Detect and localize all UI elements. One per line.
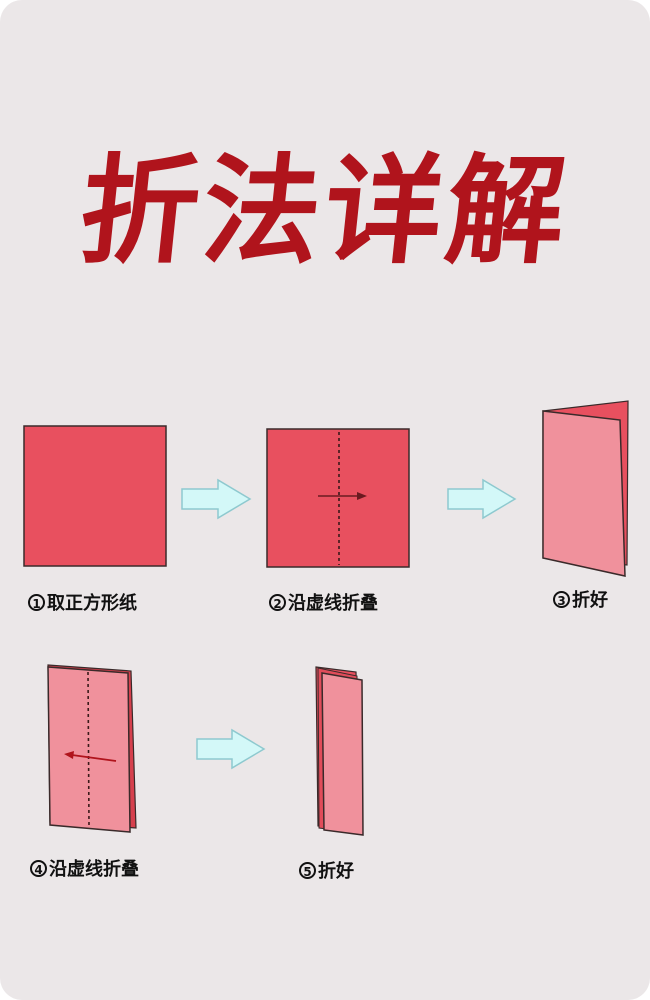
step-number-badge: 4 xyxy=(30,860,47,877)
folded-paper-with-fold-line xyxy=(47,664,137,833)
step-4-label: 4 沿虚线折叠 xyxy=(30,855,139,881)
step-3-label: 3 折好 xyxy=(553,586,608,612)
narrow-folded-strip xyxy=(315,666,364,836)
step-2-text: 沿虚线折叠 xyxy=(288,593,378,614)
square-paper xyxy=(23,425,167,567)
instruction-card: 折法详解 1 取正方形纸 2 沿虚线折叠 3 折好 4 沿虚线折叠 5 折好 xyxy=(0,0,650,1000)
step-5-label: 5 折好 xyxy=(299,857,354,883)
step-number-badge: 3 xyxy=(553,591,570,608)
square-paper-with-fold-line xyxy=(266,428,410,568)
step-5-text: 折好 xyxy=(318,861,354,882)
next-step-arrow-icon xyxy=(181,478,252,520)
step-number-badge: 5 xyxy=(299,862,316,879)
step-3-text: 折好 xyxy=(572,590,608,611)
next-step-arrow-icon xyxy=(447,478,517,520)
step-1-text: 取正方形纸 xyxy=(47,593,137,614)
half-folded-paper xyxy=(542,400,629,577)
next-step-arrow-icon xyxy=(196,728,266,770)
step-number-badge: 2 xyxy=(269,594,286,611)
step-2-label: 2 沿虚线折叠 xyxy=(269,589,378,615)
step-number-badge: 1 xyxy=(28,594,45,611)
step-4-text: 沿虚线折叠 xyxy=(49,859,139,880)
step-1-label: 1 取正方形纸 xyxy=(28,589,137,615)
folding-diagram xyxy=(23,400,629,836)
